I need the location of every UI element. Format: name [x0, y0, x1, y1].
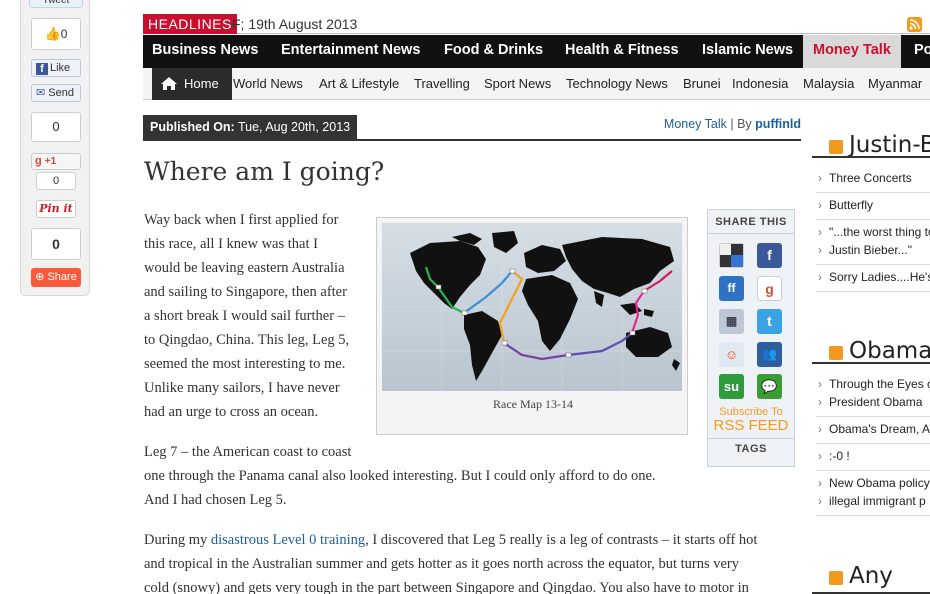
post-category-author: Money Talk | By puffinld [663, 117, 801, 131]
category-link[interactable]: Money Talk [664, 117, 727, 131]
share-total-box: 0 [31, 228, 81, 260]
delicious-icon[interactable] [719, 243, 744, 268]
nav-sport-news[interactable]: Sport News [484, 68, 551, 100]
google-plus-button[interactable]: g +1 [31, 153, 81, 170]
sidebar-section-justin-b: Justin-B [812, 130, 930, 158]
sidebar-section-obama: Obama [812, 336, 930, 364]
sidebar-item[interactable]: Three Concerts [816, 169, 930, 193]
plus-icon: ⊕ [35, 271, 45, 283]
digg-icon[interactable]: ▦ [719, 309, 744, 334]
sidebar-item[interactable]: Butterfly [816, 196, 930, 220]
nav-world-news[interactable]: World News [233, 68, 303, 100]
published-date: Published On: Tue, Aug 20th, 2013 [143, 115, 358, 139]
post-meta-bar: Published On: Tue, Aug 20th, 2013 Money … [143, 115, 801, 141]
google-plus-icon: g [35, 155, 42, 167]
reddit-icon[interactable]: ☺ [719, 342, 744, 367]
tweet-button[interactable]: Tweet [29, 0, 83, 8]
twitter-icon[interactable]: t [757, 309, 782, 334]
nav-entertainment-news[interactable]: Entertainment News [281, 35, 420, 68]
nav-business-news[interactable]: Business News [152, 35, 258, 68]
nav-myanmar[interactable]: Myanmar [868, 68, 922, 100]
nav-food-drinks[interactable]: Food & Drinks [444, 35, 543, 68]
article-paragraph-1: Way back when I first applied for this r… [144, 212, 350, 420]
nav-indonesia[interactable]: Indonesia [732, 68, 788, 100]
subscribe-rss-link[interactable]: Subscribe To RSS FEED [708, 406, 794, 433]
level-0-training-link[interactable]: disastrous Level 0 training [211, 532, 365, 548]
rss-icon[interactable] [829, 140, 843, 154]
stumbleupon-icon[interactable]: su [719, 374, 744, 399]
sidebar-section-any: Any [812, 561, 930, 594]
sidebar-item[interactable]: New Obama policyillegal immigrant p [816, 474, 930, 516]
sidebar-item[interactable]: Sorry Ladies....He's [816, 268, 930, 292]
nav-brunei[interactable]: Brunei [683, 68, 721, 100]
author-link[interactable]: puffinld [755, 117, 801, 131]
send-icon: ✉ [36, 87, 46, 99]
article-title: Where am I going? [144, 157, 385, 186]
nav-islamic-news[interactable]: Islamic News [702, 35, 793, 68]
like-counter-box[interactable]: 👍0 [31, 18, 81, 50]
nav-technology-news[interactable]: Technology News [566, 68, 668, 100]
facebook-like-button[interactable]: f Like [31, 59, 81, 77]
rss-icon[interactable] [829, 571, 843, 585]
share-this-title: SHARE THIS [708, 210, 794, 234]
race-map-image[interactable] [382, 223, 682, 391]
share-button[interactable]: ⊕ Share [31, 268, 81, 287]
headlines-label: HEADLINES [143, 14, 237, 34]
friendfeed-icon[interactable]: ff [719, 276, 744, 301]
facebook-icon[interactable]: f [757, 243, 782, 268]
headlines-bar: HEADLINES F; 19th August 2013 [143, 14, 930, 34]
article-paragraph-3: During my disastrous Level 0 training, I… [144, 532, 758, 594]
rss-icon[interactable] [829, 346, 843, 360]
sidebar-item[interactable]: Through the Eyes oPresident Obama [816, 375, 930, 417]
sub-nav: Home World News Art & Lifestyle Travelli… [143, 68, 930, 100]
thumbs-up-icon: 👍 [44, 26, 61, 41]
nav-art-lifestyle[interactable]: Art & Lifestyle [319, 68, 399, 100]
headline-ticker[interactable]: F; 19th August 2013 [232, 14, 357, 34]
tags-label: TAGS [708, 438, 794, 458]
nav-health-fitness[interactable]: Health & Fitness [565, 35, 679, 68]
floating-share-bar: Tweet 👍0 f Like ✉ Send 0 g +1 0 Pin it 0 … [20, 0, 90, 296]
article-paragraph-2: Leg 7 – the American coast to coast one … [144, 444, 656, 508]
pinterest-button[interactable]: Pin it [36, 200, 76, 218]
main-nav: Business News Entertainment News Food & … [143, 35, 930, 68]
home-icon [161, 77, 177, 90]
nav-money-talk[interactable]: Money Talk [803, 35, 901, 68]
technorati-icon[interactable]: 💬 [757, 374, 782, 399]
figure-caption: Race Map 13-14 [493, 397, 573, 411]
race-map-figure: Race Map 13-14 [376, 217, 688, 435]
facebook-send-button[interactable]: ✉ Send [31, 84, 81, 102]
nav-malaysia[interactable]: Malaysia [803, 68, 854, 100]
share-count-box: 0 [31, 112, 81, 142]
nav-travelling[interactable]: Travelling [414, 68, 470, 100]
sidebar-item[interactable]: Obama's Dream, A [816, 420, 930, 444]
facebook-icon: f [36, 63, 48, 75]
sidebar-item[interactable]: :-0 ! [816, 447, 930, 471]
myspace-icon[interactable]: 👥 [757, 342, 782, 367]
nav-politics[interactable]: Po [914, 35, 930, 68]
sidebar-item[interactable]: "...the worst thing toJustin Bieber..." [816, 223, 930, 265]
rss-icon[interactable] [907, 17, 922, 32]
share-this-box: SHARE THIS f ff g ▦ t ☺ 👥 su 💬 Subscribe… [707, 209, 795, 467]
nav-home[interactable]: Home [152, 68, 232, 100]
google-icon[interactable]: g [757, 276, 782, 301]
google-plus-count: 0 [36, 172, 76, 190]
